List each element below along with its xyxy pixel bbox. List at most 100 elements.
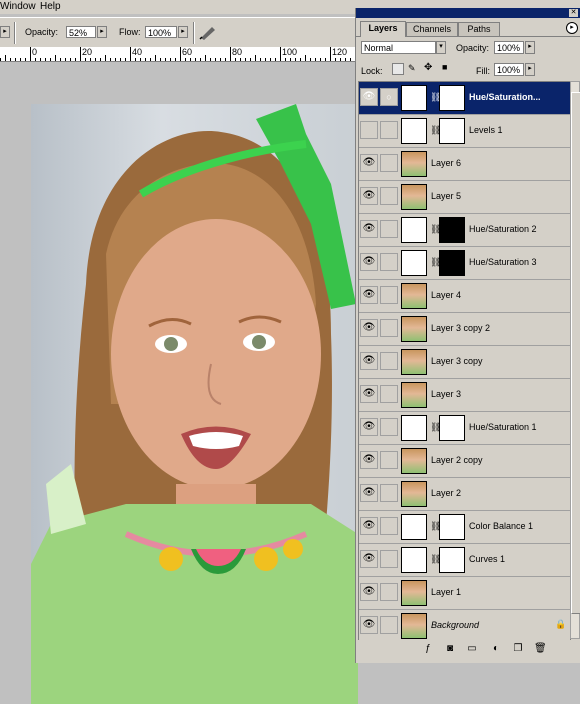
layer-row[interactable]: 👁 ⛓ Hue/Saturation 2 (359, 214, 570, 247)
layer-style-icon[interactable]: ƒ (422, 643, 434, 655)
link-brush-icon[interactable] (380, 154, 398, 172)
lock-pixels-icon[interactable]: ✎ (408, 63, 416, 74)
layer-mask-thumbnail[interactable] (439, 217, 465, 243)
scrollbar-thumb[interactable] (571, 92, 580, 614)
layer-row[interactable]: 👁 ⛓ Hue/Saturation 3 (359, 247, 570, 280)
tool-preset-arrow[interactable]: ▸ (0, 26, 10, 38)
layer-row[interactable]: 👁 Layer 6 (359, 148, 570, 181)
airbrush-icon[interactable] (198, 23, 218, 41)
layer-thumbnail[interactable] (401, 184, 427, 210)
adjustment-icon[interactable] (401, 415, 427, 441)
layer-row[interactable]: 👁 Layer 3 (359, 379, 570, 412)
layer-mask-thumbnail[interactable] (439, 514, 465, 540)
eye-icon[interactable]: 👁 (360, 616, 378, 634)
layer-thumbnail[interactable] (401, 316, 427, 342)
tab-paths[interactable]: Paths (458, 22, 500, 36)
link-brush-icon[interactable] (380, 352, 398, 370)
link-brush-icon[interactable] (380, 451, 398, 469)
flow-field[interactable]: 100% (145, 26, 177, 38)
layer-thumbnail[interactable] (401, 349, 427, 375)
adjustment-icon[interactable] (401, 514, 427, 540)
adjustment-icon[interactable] (401, 217, 427, 243)
link-brush-icon[interactable] (380, 286, 398, 304)
layers-scrollbar[interactable] (570, 81, 580, 639)
trash-icon[interactable]: 🗑 (534, 643, 547, 655)
add-mask-icon[interactable]: ◙ (444, 643, 456, 655)
adjustment-icon[interactable] (401, 547, 427, 573)
layer-mask-thumbnail[interactable] (439, 118, 465, 144)
link-brush-icon[interactable] (380, 385, 398, 403)
layer-thumbnail[interactable] (401, 613, 427, 639)
link-brush-icon[interactable] (380, 484, 398, 502)
menu-window[interactable]: Window (0, 1, 36, 12)
eye-icon[interactable]: 👁 (360, 187, 378, 205)
layer-thumbnail[interactable] (401, 283, 427, 309)
layer-row[interactable]: 👁 Layer 1 (359, 577, 570, 610)
link-brush-icon[interactable] (380, 583, 398, 601)
layer-row[interactable]: 👁 ○ ⛓ Hue/Saturation... (359, 82, 570, 115)
palette-titlebar[interactable]: ✕ (356, 8, 580, 18)
layer-mask-thumbnail[interactable] (439, 547, 465, 573)
adjustment-icon[interactable] (401, 118, 427, 144)
blend-mode-select[interactable]: Normal (361, 41, 436, 54)
layer-thumbnail[interactable] (401, 151, 427, 177)
layer-mask-thumbnail[interactable] (439, 415, 465, 441)
opacity-field[interactable]: 52% (66, 26, 96, 38)
new-set-icon[interactable]: ▭ (466, 643, 478, 655)
new-layer-icon[interactable]: ❐ (512, 643, 524, 655)
link-brush-icon[interactable] (380, 319, 398, 337)
layer-row[interactable]: 👁 Layer 5 (359, 181, 570, 214)
layer-row[interactable]: ⛓ Levels 1 (359, 115, 570, 148)
eye-icon[interactable]: 👁 (360, 253, 378, 271)
link-brush-icon[interactable] (380, 550, 398, 568)
chevron-down-icon[interactable]: ▾ (436, 41, 446, 54)
link-brush-icon[interactable] (380, 418, 398, 436)
layer-row[interactable]: 👁 ⛓ Hue/Saturation 1 (359, 412, 570, 445)
layer-row[interactable]: 👁 Layer 3 copy 2 (359, 313, 570, 346)
lock-transparency-icon[interactable] (392, 63, 404, 75)
eye-icon[interactable]: 👁 (360, 385, 378, 403)
eye-icon[interactable]: 👁 (360, 583, 378, 601)
eye-icon[interactable]: 👁 (360, 286, 378, 304)
link-brush-icon[interactable] (380, 253, 398, 271)
layer-row[interactable]: 👁 Layer 2 (359, 478, 570, 511)
layer-row[interactable]: 👁 Layer 2 copy (359, 445, 570, 478)
fill-field[interactable]: 100% (494, 63, 524, 76)
layer-opacity-field[interactable]: 100% (494, 41, 524, 54)
layer-thumbnail[interactable] (401, 448, 427, 474)
eye-icon[interactable]: 👁 (360, 352, 378, 370)
eye-icon[interactable]: 👁 (360, 88, 378, 106)
new-adjustment-icon[interactable]: ◐ (490, 643, 502, 655)
menu-help[interactable]: Help (40, 1, 61, 12)
eye-icon[interactable]: 👁 (360, 550, 378, 568)
link-brush-icon[interactable] (380, 517, 398, 535)
lock-all-icon[interactable]: ■ (442, 62, 447, 72)
layer-row[interactable]: 👁 Layer 3 copy (359, 346, 570, 379)
layer-mask-thumbnail[interactable] (439, 250, 465, 276)
link-brush-icon[interactable] (380, 220, 398, 238)
tab-channels[interactable]: Channels (406, 22, 458, 36)
layer-opacity-arrow[interactable]: ▸ (525, 41, 535, 54)
eye-icon[interactable]: 👁 (360, 484, 378, 502)
link-brush-icon[interactable] (380, 187, 398, 205)
eye-icon[interactable]: 👁 (360, 451, 378, 469)
eye-icon[interactable]: 👁 (360, 220, 378, 238)
eye-icon[interactable]: 👁 (360, 517, 378, 535)
link-brush-icon[interactable]: ○ (380, 88, 398, 106)
layer-thumbnail[interactable] (401, 382, 427, 408)
close-icon[interactable]: ✕ (569, 9, 578, 17)
adjustment-icon[interactable] (401, 85, 427, 111)
layer-row[interactable]: 👁 ⛓ Curves 1 (359, 544, 570, 577)
link-brush-icon[interactable] (380, 616, 398, 634)
layer-thumbnail[interactable] (401, 481, 427, 507)
layer-row[interactable]: 👁 Background 🔒 (359, 610, 570, 640)
eye-icon[interactable] (360, 121, 378, 139)
link-brush-icon[interactable] (380, 121, 398, 139)
tab-layers[interactable]: Layers (360, 21, 406, 37)
lock-position-icon[interactable]: ✥ (424, 62, 432, 73)
eye-icon[interactable]: 👁 (360, 154, 378, 172)
eye-icon[interactable]: 👁 (360, 418, 378, 436)
palette-menu-icon[interactable]: ▸ (566, 22, 578, 34)
opacity-arrow[interactable]: ▸ (97, 26, 107, 38)
flow-arrow[interactable]: ▸ (178, 26, 188, 38)
